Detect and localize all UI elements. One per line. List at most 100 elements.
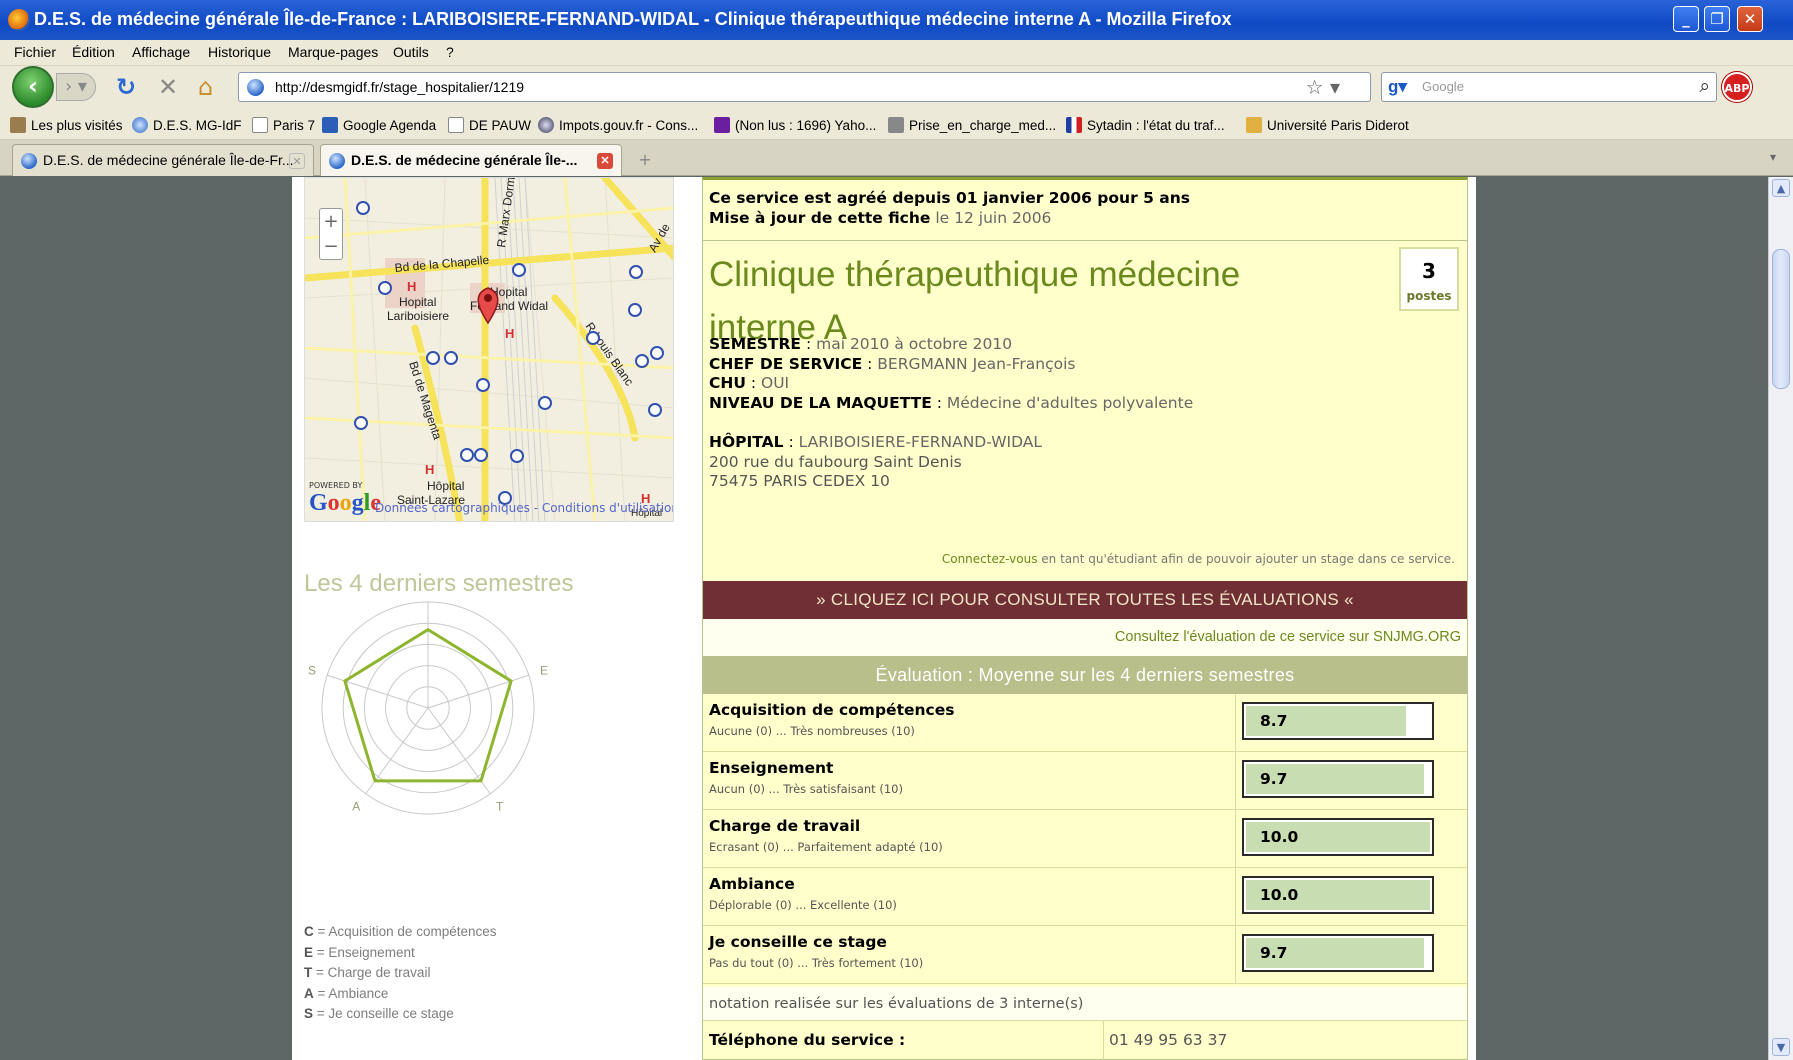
menu-edition[interactable]: Édition <box>72 44 115 60</box>
postes-label: postes <box>1406 289 1452 303</box>
tab-close-icon[interactable]: ✕ <box>597 153 613 169</box>
window-title: D.E.S. de médecine générale Île-de-Franc… <box>34 9 1232 29</box>
address-line-2: 75475 PARIS CEDEX 10 <box>709 472 890 490</box>
reload-icon[interactable]: ↻ <box>116 73 136 101</box>
menu-bar: Fichier Édition Affichage Historique Mar… <box>0 40 1793 66</box>
back-button[interactable]: ‹ <box>12 66 54 108</box>
score-value: 9.7 <box>1260 944 1288 962</box>
search-bar[interactable]: g▾ Google ⌕ <box>1381 72 1717 102</box>
legend-item: E = Enseignement <box>304 944 415 960</box>
map-label: Hopital <box>399 295 436 309</box>
service-panel: Ce service est agréé depuis 01 janvier 2… <box>702 177 1468 1060</box>
bookmark-item[interactable]: DE PAUW <box>448 117 531 133</box>
radar-legend: C = Acquisition de compétences E = Ensei… <box>304 922 497 1025</box>
home-icon[interactable]: ⌂ <box>198 73 213 101</box>
menu-historique[interactable]: Historique <box>208 44 271 60</box>
evaluation-row: Ambiance Déplorable (0) ... Excellente (1… <box>703 868 1467 926</box>
evaluation-row: Acquisition de compétences Aucune (0) ...… <box>703 694 1467 752</box>
maximize-button[interactable]: ❐ <box>1704 6 1730 32</box>
google-engine-icon[interactable]: g▾ <box>1388 77 1410 97</box>
score-cell: 10.0 <box>1235 868 1467 925</box>
radar-chart: CETAS <box>308 601 548 815</box>
search-icon[interactable]: ⌕ <box>1699 75 1710 97</box>
all-evaluations-button[interactable]: » CLIQUEZ ICI POUR CONSULTER TOUTES LES … <box>703 581 1467 619</box>
score-value: 9.7 <box>1260 770 1288 788</box>
forward-button[interactable]: › ▾ <box>56 73 96 101</box>
connect-link[interactable]: Connectez-vous <box>942 552 1038 566</box>
map-canvas: Bd de la Chapelle R Marx Dorm R Louis Bl… <box>305 178 673 521</box>
update-line: Mise à jour de cette fiche le 12 juin 20… <box>709 209 1052 227</box>
zoom-in-button[interactable]: + <box>320 209 342 234</box>
bookmark-item[interactable]: Prise_en_charge_med... <box>888 117 1056 133</box>
score-bar: 10.0 <box>1242 818 1434 856</box>
postes-count: 3 <box>1422 259 1436 283</box>
menu-affichage[interactable]: Affichage <box>132 44 190 60</box>
radar-axis-label: S <box>308 663 316 677</box>
evaluation-row: Enseignement Aucun (0) ... Très satisfais… <box>703 752 1467 810</box>
menu-marque-pages[interactable]: Marque-pages <box>288 44 378 60</box>
minimize-button[interactable]: _ <box>1673 6 1699 32</box>
yahoo-icon <box>714 117 730 133</box>
score-value: 8.7 <box>1260 712 1288 730</box>
close-window-button[interactable]: ✕ <box>1737 6 1763 32</box>
menu-help[interactable]: ? <box>446 44 454 60</box>
field-chu: CHU : OUI <box>709 374 790 392</box>
address-line-1: 200 rue du faubourg Saint Denis <box>709 453 962 471</box>
map-terms-link[interactable]: Données cartographiques - Conditions d'u… <box>375 501 673 515</box>
globe-icon <box>329 153 345 169</box>
radar-axis-label: A <box>352 800 360 814</box>
globe-icon <box>132 117 148 133</box>
bookmark-item[interactable]: Sytadin : l'état du traf... <box>1066 117 1225 133</box>
bookmarks-toolbar: Les plus visités D.E.S. MG-IdF Paris 7 G… <box>0 112 1793 140</box>
url-bar[interactable]: http://desmgidf.fr/stage_hospitalier/121… <box>238 72 1371 102</box>
scroll-down-button[interactable]: ▼ <box>1772 1038 1790 1056</box>
bookmark-item[interactable]: Université Paris Diderot <box>1246 117 1409 133</box>
globe-icon <box>21 153 37 169</box>
score-bar: 8.7 <box>1242 702 1434 740</box>
map-zoom-control[interactable]: + − <box>319 208 343 260</box>
bookmark-star-icon[interactable]: ☆ ▾ <box>1306 75 1340 99</box>
criterion-scale: Aucune (0) ... Très nombreuses (10) <box>709 724 915 738</box>
zoom-out-button[interactable]: − <box>320 234 342 259</box>
legend-item: A = Ambiance <box>304 985 389 1001</box>
menu-fichier[interactable]: Fichier <box>14 44 56 60</box>
bookmark-item[interactable]: Les plus visités <box>10 117 123 133</box>
score-bar: 10.0 <box>1242 876 1434 914</box>
tab-close-icon[interactable]: ✕ <box>289 153 305 169</box>
university-icon <box>1246 117 1262 133</box>
tab-list-icon[interactable]: ▾ <box>1770 150 1776 164</box>
stop-icon[interactable]: ✕ <box>158 73 178 101</box>
criterion-label: Ambiance <box>709 875 795 893</box>
globe-icon <box>538 117 554 133</box>
firefox-icon <box>8 9 30 31</box>
evaluation-row: Charge de travail Ecrasant (0) ... Parfai… <box>703 810 1467 868</box>
google-map[interactable]: Bd de la Chapelle R Marx Dorm R Louis Bl… <box>304 177 674 522</box>
field-semestre: SEMESTRE : mai 2010 à octobre 2010 <box>709 335 1013 353</box>
scroll-thumb[interactable] <box>1772 249 1790 389</box>
new-tab-button[interactable]: + <box>630 150 660 172</box>
criterion-label: Enseignement <box>709 759 834 777</box>
bookmark-item[interactable]: Impots.gouv.fr - Cons... <box>538 117 698 133</box>
snjmg-link[interactable]: Consultez l'évaluation de ce service sur… <box>703 619 1467 656</box>
field-hopital: HÔPITAL : LARIBOISIERE-FERNAND-WIDAL <box>709 433 1043 451</box>
field-chef: CHEF DE SERVICE : BERGMANN Jean-François <box>709 355 1076 373</box>
bookmark-item[interactable]: (Non lus : 1696) Yaho... <box>714 117 876 133</box>
page-icon <box>252 117 268 133</box>
tab-inactive[interactable]: D.E.S. de médecine générale Île-de-Fr...… <box>12 144 314 176</box>
bookmark-item[interactable]: Google Agenda <box>322 117 436 133</box>
criterion-scale: Ecrasant (0) ... Parfaitement adapté (10… <box>709 840 943 854</box>
notation-note: notation realisée sur les évaluations de… <box>703 987 1467 1021</box>
page-viewport: Bd de la Chapelle R Marx Dorm R Louis Bl… <box>0 177 1768 1060</box>
score-bar: 9.7 <box>1242 760 1434 798</box>
adblock-icon[interactable]: ABP <box>1722 72 1752 102</box>
page-scrollbar[interactable]: ▲ ▼ <box>1768 177 1793 1060</box>
scroll-up-button[interactable]: ▲ <box>1772 179 1790 197</box>
bookmark-item[interactable]: Paris 7 <box>252 117 315 133</box>
agreement-line: Ce service est agréé depuis 01 janvier 2… <box>709 189 1191 207</box>
tab-active[interactable]: D.E.S. de médecine générale Île-... ✕ <box>320 144 622 176</box>
criterion-scale: Aucun (0) ... Très satisfaisant (10) <box>709 782 903 796</box>
svg-text:H: H <box>505 326 514 341</box>
bookmark-item[interactable]: D.E.S. MG-IdF <box>132 117 242 133</box>
svg-text:H: H <box>425 462 434 477</box>
menu-outils[interactable]: Outils <box>393 44 429 60</box>
